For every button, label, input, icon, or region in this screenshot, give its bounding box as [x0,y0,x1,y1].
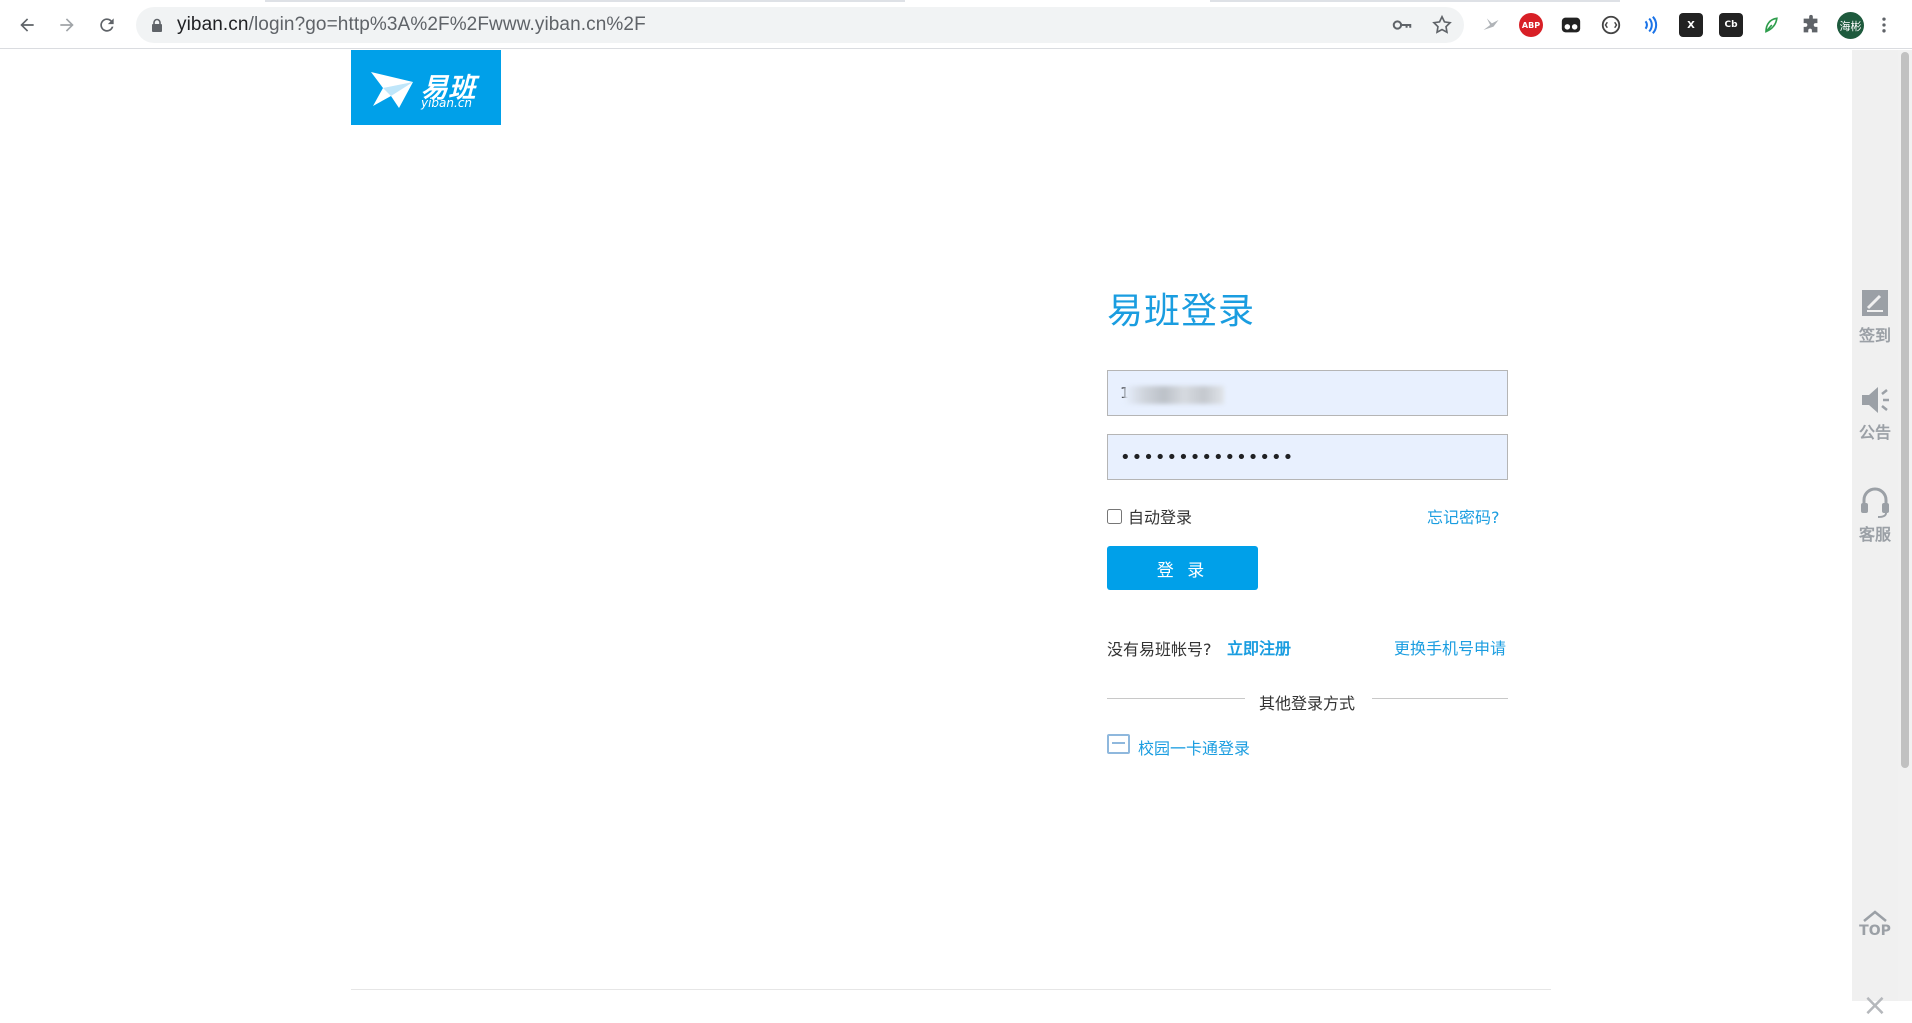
forgot-password-link[interactable]: 忘记密码? [1427,504,1500,528]
speaker-icon [1862,387,1889,413]
auto-login-check[interactable] [1107,508,1122,524]
url-text[interactable]: yiban.cn/login?go=http%3A%2F%2Fwww.yiban… [177,14,646,36]
other-login-heading: 其他登录方式 [1259,694,1356,713]
divider-right [1372,698,1508,699]
campus-card-login-link[interactable]: 校园一卡通登录 [1138,735,1250,759]
customer-service-button[interactable]: 客服 [1852,485,1898,545]
side-toolbar: 签到 公告 客服 TOP × [1852,50,1898,1023]
url-host: yiban.cn [177,14,249,35]
extension-x-icon[interactable]: X [1679,13,1703,37]
chevron-up-icon [1863,910,1887,922]
reload-icon [100,18,114,32]
back-to-top-button[interactable]: TOP [1852,908,1898,939]
back-to-top-label: TOP [1859,923,1891,939]
campus-card-icon[interactable] [1107,734,1130,754]
login-button[interactable]: 登 录 [1107,546,1258,590]
close-sidebar-button[interactable]: × [1852,988,1898,1023]
checkin-label: 签到 [1858,326,1891,345]
footer-divider [351,989,1551,990]
browser-menu-icon[interactable] [1877,13,1891,37]
profile-avatar[interactable]: 海彬 [1837,12,1864,39]
divider-left [1107,698,1245,699]
customer-service-label: 客服 [1858,525,1891,544]
scrollbar-thumb[interactable] [1901,52,1909,768]
login-title: 易班登录 [1107,291,1256,332]
extension-circle-icon[interactable] [1599,13,1623,37]
checkin-button[interactable]: 签到 [1852,286,1898,346]
extension-bird-icon[interactable] [1479,13,1503,37]
url-path: /login?go=http%3A%2F%2Fwww.yiban.cn%2F [248,14,646,35]
no-account-text: 没有易班帐号? [1107,640,1212,659]
change-phone-link[interactable]: 更换手机号申请 [1394,635,1506,659]
extensions-puzzle-icon[interactable] [1799,13,1823,37]
browser-toolbar: yiban.cn/login?go=http%3A%2F%2Fwww.yiban… [0,0,1912,49]
adblock-plus-icon[interactable]: ABP [1519,13,1543,37]
extension-cb-icon[interactable]: Cb [1719,13,1743,37]
headset-icon [1861,487,1889,518]
close-icon: × [1862,988,1888,1023]
arrow-left-icon [20,18,34,32]
auto-login-label: 自动登录 [1128,508,1193,527]
reload-button[interactable] [92,10,122,40]
forward-button[interactable] [52,10,82,40]
tab-strip-edge [1210,0,1620,2]
register-link[interactable]: 立即注册 [1227,635,1291,659]
auto-login-checkbox[interactable]: 自动登录 [1107,504,1192,528]
notice-label: 公告 [1858,423,1891,442]
back-button[interactable] [12,10,42,40]
password-input[interactable] [1107,434,1508,480]
redacted-username-blur [1124,386,1224,404]
extension-signal-icon[interactable] [1639,13,1663,37]
yiban-logo[interactable]: 易班 yiban.cn [351,50,501,125]
tab-strip-edge [265,0,905,2]
logo-text-en: yiban.cn [421,96,473,110]
key-icon[interactable] [1391,14,1413,36]
lock-icon [152,18,162,32]
extension-glasses-icon[interactable] [1559,13,1583,37]
notice-button[interactable]: 公告 [1852,383,1898,443]
star-icon[interactable] [1431,14,1453,36]
arrow-right-icon [60,18,74,32]
extension-leaf-icon[interactable] [1759,13,1783,37]
paper-plane-icon [371,72,413,108]
checkin-icon [1862,290,1888,316]
